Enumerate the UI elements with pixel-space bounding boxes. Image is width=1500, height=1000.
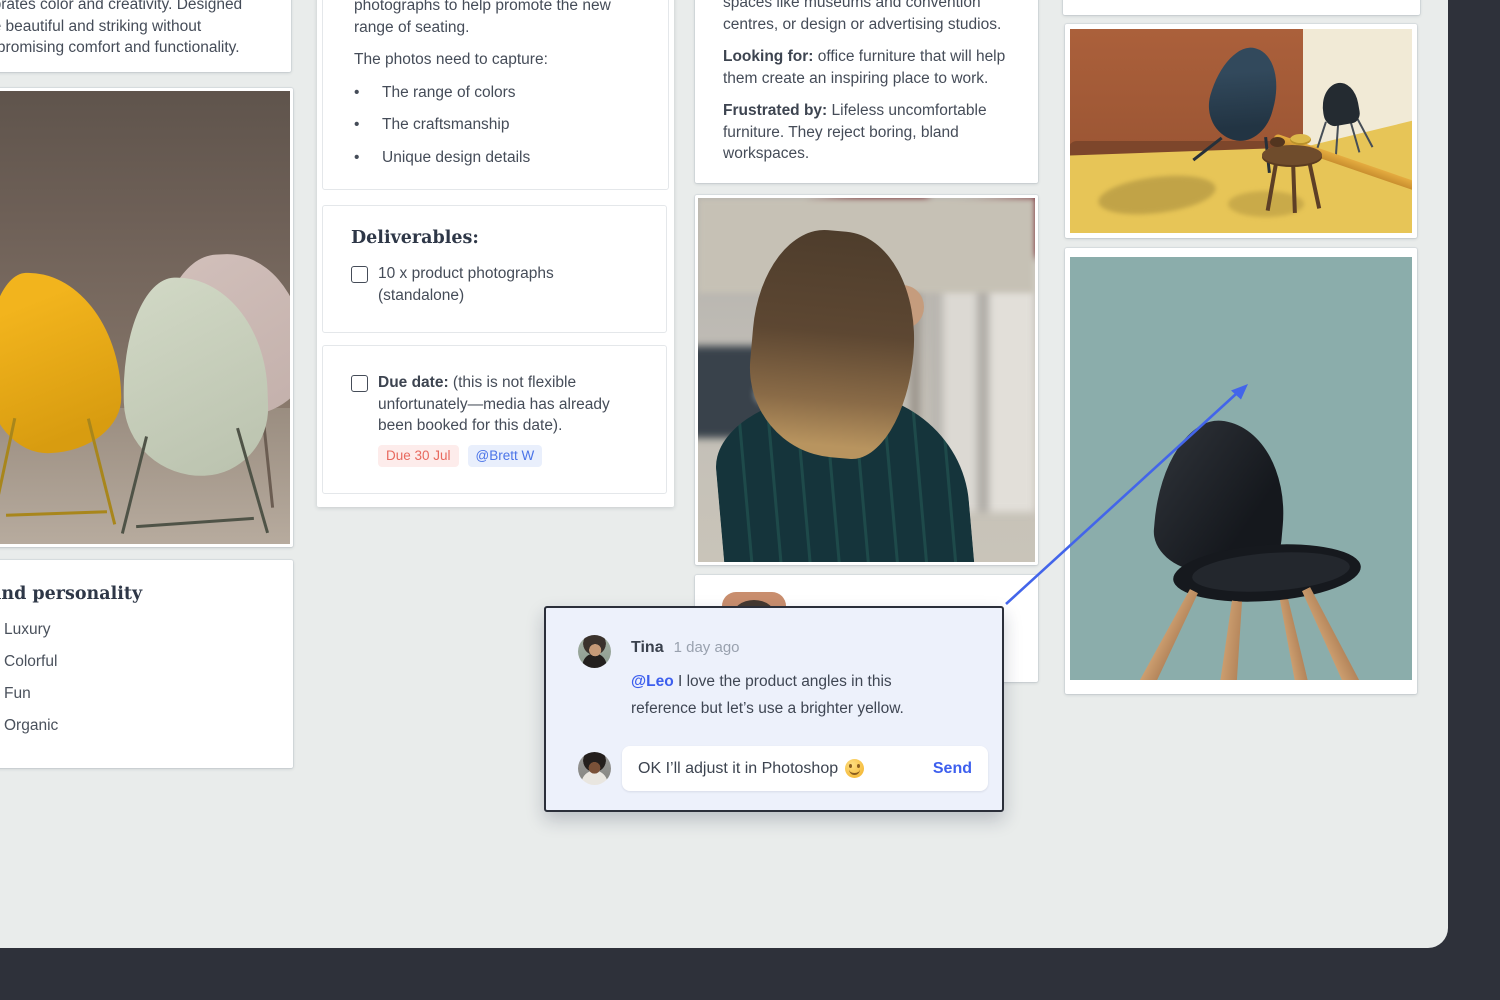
persona-line: workspaces. xyxy=(723,143,1014,165)
brief-bullet-text: Unique design details xyxy=(382,147,530,169)
reply-input[interactable]: OK I’ll adjust it in Photoshop Send xyxy=(622,746,988,791)
chairs-photo xyxy=(0,91,290,544)
bowl xyxy=(1270,137,1285,147)
black-chair-shape xyxy=(1319,80,1362,128)
mention-link[interactable]: @Leo xyxy=(631,673,674,690)
bullet-icon: • xyxy=(354,114,382,136)
comment-text: I love the product angles in this xyxy=(674,673,892,690)
column-brief[interactable]: photographs to help promote the new rang… xyxy=(317,0,674,507)
comment-text: reference but let’s use a brighter yello… xyxy=(631,695,976,722)
task-line: (standalone) xyxy=(378,285,554,307)
avatar-tina xyxy=(578,635,611,668)
avatar-leo xyxy=(578,752,611,785)
deliverables-task-row: 10 x product photographs (standalone) xyxy=(351,263,646,306)
due-bold: Due date: xyxy=(378,374,449,391)
assignee-tag[interactable]: @Brett W xyxy=(468,445,543,467)
card-brand-personality[interactable]: and personality Luxury Colorful Fun Orga… xyxy=(0,560,293,768)
send-button[interactable]: Send xyxy=(933,760,972,778)
bullet-icon: • xyxy=(354,82,382,104)
looking-for-label: Looking for: xyxy=(723,48,813,65)
card-right-partial[interactable] xyxy=(1063,0,1420,15)
persona-line: Frustrated by: Lifeless uncomfortable xyxy=(723,100,1014,122)
chair-wood-leg xyxy=(1218,600,1246,680)
persona-line: centres, or design or advertising studio… xyxy=(723,14,1014,36)
brief-bullet-text: The range of colors xyxy=(382,82,516,104)
yellow-chair-shape xyxy=(0,270,123,456)
persona-line: spaces like museums and convention xyxy=(723,0,1014,14)
looking-for-text: office furniture that will help xyxy=(813,48,1005,65)
task-line: 10 x product photographs xyxy=(378,263,554,285)
personality-item: Organic xyxy=(4,710,277,742)
persona-line: Looking for: office furniture that will … xyxy=(723,46,1014,68)
reply-draft-text: OK I’ll adjust it in Photoshop xyxy=(638,759,933,778)
app-stage: ebrates color and creativity. Designed b… xyxy=(0,0,1500,1000)
brief-intro-line: photographs to help promote the new xyxy=(354,0,648,17)
comment-timestamp: 1 day ago xyxy=(674,639,740,656)
smile-emoji-icon xyxy=(845,759,864,778)
card-street-photo[interactable] xyxy=(695,195,1038,565)
card-photo-brief[interactable]: photographs to help promote the new rang… xyxy=(322,0,669,190)
card-due-date[interactable]: Due date: (this is not flexible unfortun… xyxy=(322,345,667,494)
principles-line: be beautiful and striking without xyxy=(0,16,275,38)
card-room-photo[interactable] xyxy=(1065,24,1417,238)
chair-wood-leg xyxy=(1299,585,1362,680)
bowl xyxy=(1290,134,1311,145)
deliverables-task-label: 10 x product photographs (standalone) xyxy=(378,263,554,306)
chair-wood-leg xyxy=(1137,587,1201,680)
due-line: been booked for this date). xyxy=(378,415,610,437)
deliverables-heading: Deliverables: xyxy=(351,228,646,248)
comment-popup[interactable]: Tina 1 day ago @Leo I love the product a… xyxy=(544,606,1004,812)
brief-bullet-row: • Unique design details xyxy=(354,147,648,169)
personality-item: Colorful xyxy=(4,646,277,678)
brief-intro-line: range of seating. xyxy=(354,17,648,39)
checkbox-icon[interactable] xyxy=(351,375,368,392)
frustrated-by-label: Frustrated by: xyxy=(723,102,827,119)
table-top xyxy=(1262,145,1322,165)
comment-header: Tina 1 day ago xyxy=(631,639,740,657)
bullet-icon: • xyxy=(354,147,382,169)
tag-row: Due 30 Jul @Brett W xyxy=(378,445,646,467)
personality-item: Fun xyxy=(4,678,277,710)
comment-body: @Leo I love the product angles in this r… xyxy=(631,668,976,722)
card-persona[interactable]: spaces like museums and convention centr… xyxy=(695,0,1038,183)
due-rest: (this is not flexible xyxy=(449,374,577,391)
personality-item: Luxury xyxy=(4,614,277,646)
checkbox-icon[interactable] xyxy=(351,266,368,283)
brief-bullet-row: • The craftsmanship xyxy=(354,114,648,136)
principles-line: ebrates color and creativity. Designed xyxy=(0,0,275,16)
card-teal-chair-photo[interactable] xyxy=(1065,248,1417,694)
frustrated-by-text: Lifeless uncomfortable xyxy=(827,102,986,119)
brief-capture-heading: The photos need to capture: xyxy=(354,49,648,71)
room-photo xyxy=(1070,29,1412,233)
card-chairs-photo[interactable] xyxy=(0,88,293,547)
teal-chair-photo xyxy=(1070,257,1412,680)
card-deliverables[interactable]: Deliverables: 10 x product photographs (… xyxy=(322,205,667,333)
due-task-row: Due date: (this is not flexible unfortun… xyxy=(351,372,646,437)
personality-list: Luxury Colorful Fun Organic xyxy=(4,614,277,742)
street-photo xyxy=(698,198,1035,562)
comment-author: Tina xyxy=(631,639,664,657)
due-line: unfortunately—media has already xyxy=(378,394,610,416)
due-task-label: Due date: (this is not flexible unfortun… xyxy=(378,372,610,437)
reply-text-content: OK I’ll adjust it in Photoshop xyxy=(638,760,838,778)
due-line: Due date: (this is not flexible xyxy=(378,372,610,394)
personality-heading: and personality xyxy=(0,584,277,604)
board-canvas[interactable]: ebrates color and creativity. Designed b… xyxy=(0,0,1448,948)
card-design-principles[interactable]: ebrates color and creativity. Designed b… xyxy=(0,0,291,72)
brief-bullet-text: The craftsmanship xyxy=(382,114,510,136)
due-date-tag[interactable]: Due 30 Jul xyxy=(378,445,459,467)
persona-line: furniture. They reject boring, bland xyxy=(723,122,1014,144)
persona-line: them create an inspiring place to work. xyxy=(723,68,1014,90)
brief-bullet-row: • The range of colors xyxy=(354,82,648,104)
principles-line: mpromising comfort and functionality. xyxy=(0,37,275,59)
